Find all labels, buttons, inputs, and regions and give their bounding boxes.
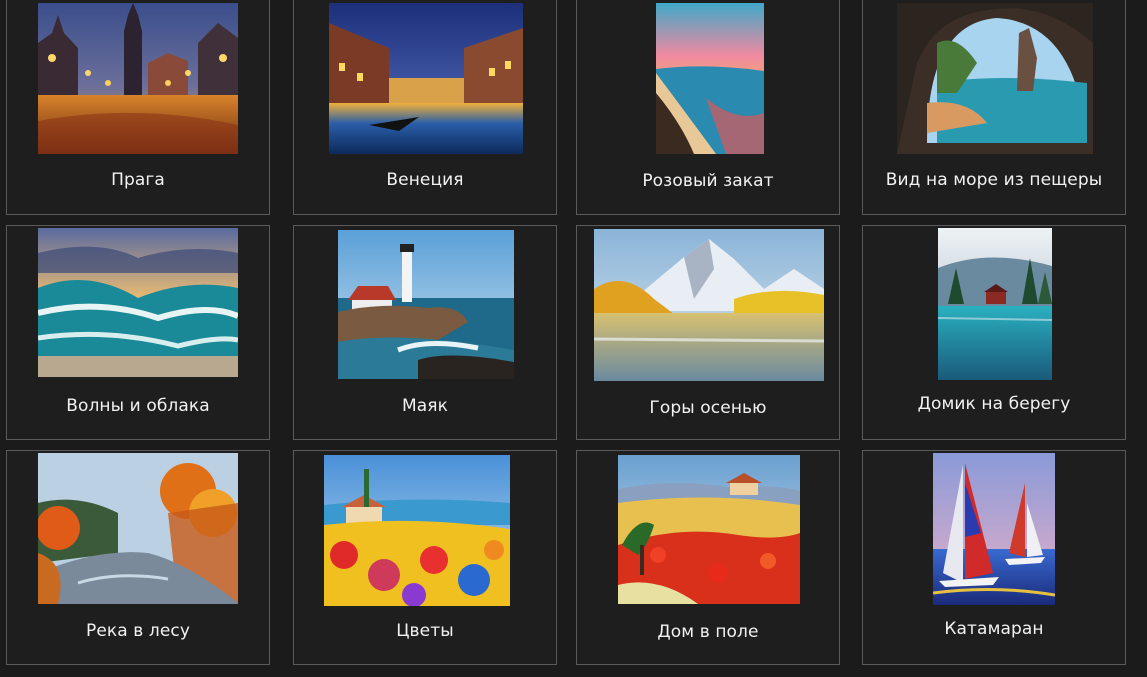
painting-card-pink-sunset[interactable]: Розовый закат <box>576 0 840 215</box>
sea-cave-painting-image[interactable] <box>897 3 1093 154</box>
painting-card-autumn-mountains[interactable]: Горы осенью <box>576 225 840 440</box>
painting-card-lakeside-house[interactable]: Домик на берегу <box>862 225 1126 440</box>
painting-card-prague[interactable]: Прага <box>6 0 270 215</box>
painting-card-sea-cave[interactable]: Вид на море из пещеры <box>862 0 1126 215</box>
painting-title: Цветы <box>396 621 454 641</box>
painting-title: Дом в поле <box>657 622 759 642</box>
painting-title: Катамаран <box>944 619 1044 639</box>
painting-title: Вид на море из пещеры <box>885 170 1103 190</box>
flowers-painting-image[interactable] <box>324 455 510 606</box>
lighthouse-painting-image[interactable] <box>338 230 514 379</box>
painting-card-catamaran[interactable]: Катамаран <box>862 450 1126 665</box>
painting-card-lighthouse[interactable]: Маяк <box>293 225 557 440</box>
catamaran-painting-image[interactable] <box>933 453 1055 605</box>
venice-painting-image[interactable] <box>329 3 523 154</box>
forest-river-painting-image[interactable] <box>38 453 238 604</box>
painting-title: Река в лесу <box>85 621 191 641</box>
painting-title: Волны и облака <box>66 396 210 416</box>
painting-title: Домик на берегу <box>917 394 1071 414</box>
painting-card-forest-river[interactable]: Река в лесу <box>6 450 270 665</box>
pink-sunset-painting-image[interactable] <box>656 3 764 154</box>
painting-title: Розовый закат <box>642 171 774 191</box>
painting-title: Маяк <box>402 396 448 416</box>
field-house-painting-image[interactable] <box>618 455 800 604</box>
painting-card-field-house[interactable]: Дом в поле <box>576 450 840 665</box>
painting-title: Венеция <box>386 170 464 190</box>
painting-card-venice[interactable]: Венеция <box>293 0 557 215</box>
painting-title: Прага <box>111 170 165 190</box>
autumn-mountains-painting-image[interactable] <box>594 229 824 381</box>
painting-title: Горы осенью <box>649 398 767 418</box>
lakeside-house-painting-image[interactable] <box>938 228 1052 380</box>
painting-card-waves-clouds[interactable]: Волны и облака <box>6 225 270 440</box>
painting-card-flowers[interactable]: Цветы <box>293 450 557 665</box>
waves-clouds-painting-image[interactable] <box>38 228 238 377</box>
prague-painting-image[interactable] <box>38 3 238 154</box>
